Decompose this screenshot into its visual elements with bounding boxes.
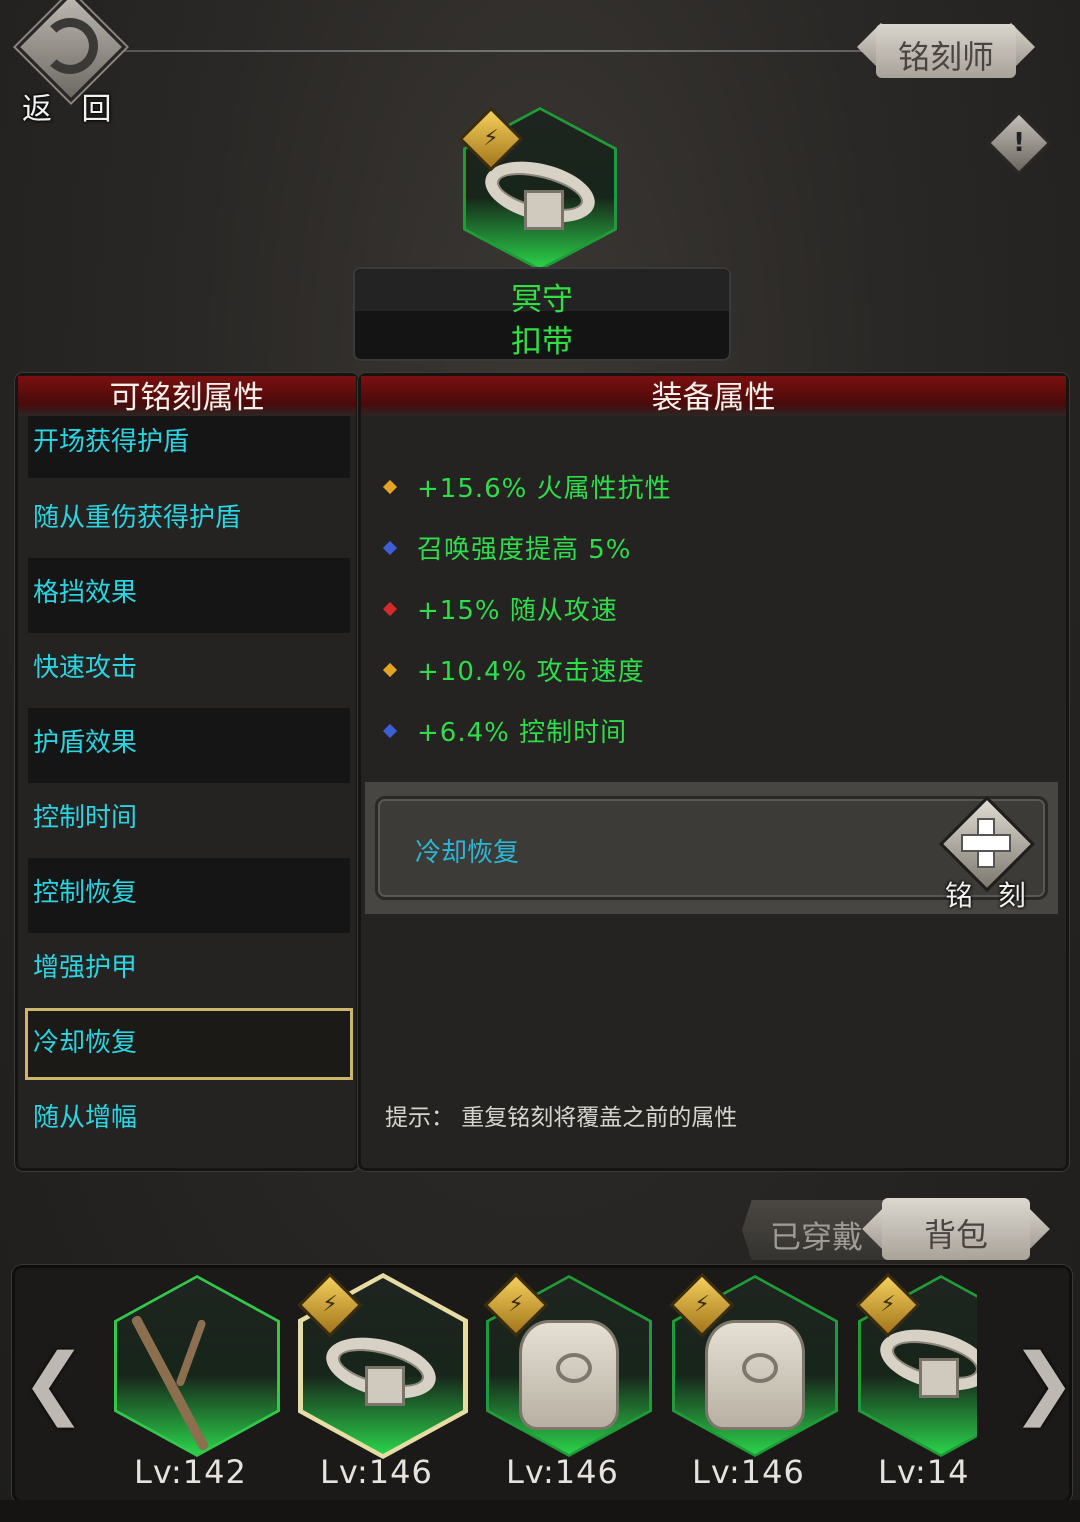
- inventory-item-selected[interactable]: [297, 1272, 468, 1459]
- item-name-line2: 扣带: [511, 324, 573, 360]
- next-arrow-icon[interactable]: ❯: [1011, 1338, 1076, 1428]
- item-level: Lv:142: [134, 1453, 247, 1491]
- gem-icon: [382, 601, 398, 616]
- tab-bag-label: 背包: [923, 1216, 988, 1254]
- attribute-option[interactable]: 护盾效果: [28, 708, 350, 783]
- selected-item-icon: [458, 106, 617, 271]
- item-name-plate: 冥守 扣带: [353, 267, 731, 361]
- engrave-label: 铭 刻: [945, 879, 1034, 912]
- engrave-button[interactable]: 铭 刻: [931, 795, 1036, 912]
- inventory-item[interactable]: [855, 1272, 977, 1457]
- attribute-option[interactable]: 控制恢复: [28, 858, 350, 933]
- prev-arrow-icon[interactable]: ❮: [21, 1338, 86, 1428]
- attribute-option[interactable]: 格挡效果: [28, 558, 350, 633]
- inventory-item[interactable]: [669, 1272, 838, 1457]
- stat-text: +15.6% 火属性抗性: [417, 474, 672, 504]
- engrave-slot: 冷却恢复 铭 刻: [365, 782, 1058, 914]
- stat-row: +6.4% 控制时间: [382, 712, 628, 749]
- stat-text: +6.4% 控制时间: [417, 718, 628, 748]
- engraver-label: 铭刻师: [897, 38, 994, 76]
- gem-icon: [382, 540, 398, 555]
- attribute-option[interactable]: 开场获得护盾: [28, 416, 350, 478]
- equipment-title: 装备属性: [361, 376, 1066, 416]
- engravable-title: 可铭刻属性: [18, 376, 356, 416]
- equipment-attributes-panel: 装备属性 +15.6% 火属性抗性 召唤强度提高 5% +15% 随从攻速 +1…: [358, 373, 1069, 1171]
- gem-icon: [382, 479, 398, 494]
- inventory-item[interactable]: [114, 1275, 280, 1457]
- stat-row: +15% 随从攻速: [382, 590, 618, 627]
- bottom-edge: [0, 1500, 1080, 1522]
- attribute-option[interactable]: 快速攻击: [28, 633, 350, 708]
- return-arrow-icon: [42, 18, 98, 74]
- engravable-attributes-panel: 可铭刻属性 开场获得护盾 随从重伤获得护盾 格挡效果 快速攻击 护盾效果 控制时…: [15, 373, 359, 1171]
- item-level: Lv:146: [692, 1453, 805, 1491]
- stat-row: +10.4% 攻击速度: [382, 651, 645, 688]
- back-button[interactable]: 返 回: [12, 0, 127, 127]
- stat-row: 召唤强度提高 5%: [382, 529, 632, 566]
- attribute-option[interactable]: 随从重伤获得护盾: [28, 483, 350, 558]
- stat-row: +15.6% 火属性抗性: [382, 468, 672, 505]
- attribute-option[interactable]: 增强护甲: [28, 933, 350, 1008]
- gem-icon: [382, 662, 398, 677]
- item-level: Lv:146: [506, 1453, 619, 1491]
- pouch-icon: [705, 1320, 805, 1430]
- item-level: Lv:14: [878, 1453, 970, 1491]
- stat-text: 召唤强度提高 5%: [417, 535, 632, 565]
- inventory-item[interactable]: [483, 1272, 652, 1457]
- engraver-tab[interactable]: 铭刻师: [856, 22, 1036, 80]
- attribute-option-selected[interactable]: 冷却恢复: [25, 1008, 353, 1080]
- item-level: Lv:146: [320, 1453, 433, 1491]
- pouch-icon: [519, 1320, 619, 1430]
- stat-text: +15% 随从攻速: [417, 596, 618, 626]
- back-label: 返 回: [22, 92, 122, 127]
- attribute-option[interactable]: 随从增幅: [28, 1083, 350, 1158]
- engrave-slot-text: 冷却恢复: [415, 838, 520, 868]
- gem-icon: [382, 723, 398, 738]
- tab-worn-label: 已穿戴: [770, 1220, 863, 1256]
- stat-text: +10.4% 攻击速度: [417, 657, 645, 687]
- item-name-line1: 冥守: [511, 282, 573, 318]
- tip-text: 提示： 重复铭刻将覆盖之前的属性: [385, 1105, 738, 1131]
- info-icon: !: [1013, 128, 1025, 158]
- info-button[interactable]: !: [986, 110, 1052, 176]
- attribute-option[interactable]: 控制时间: [28, 783, 350, 858]
- tab-bag[interactable]: 背包: [862, 1198, 1050, 1260]
